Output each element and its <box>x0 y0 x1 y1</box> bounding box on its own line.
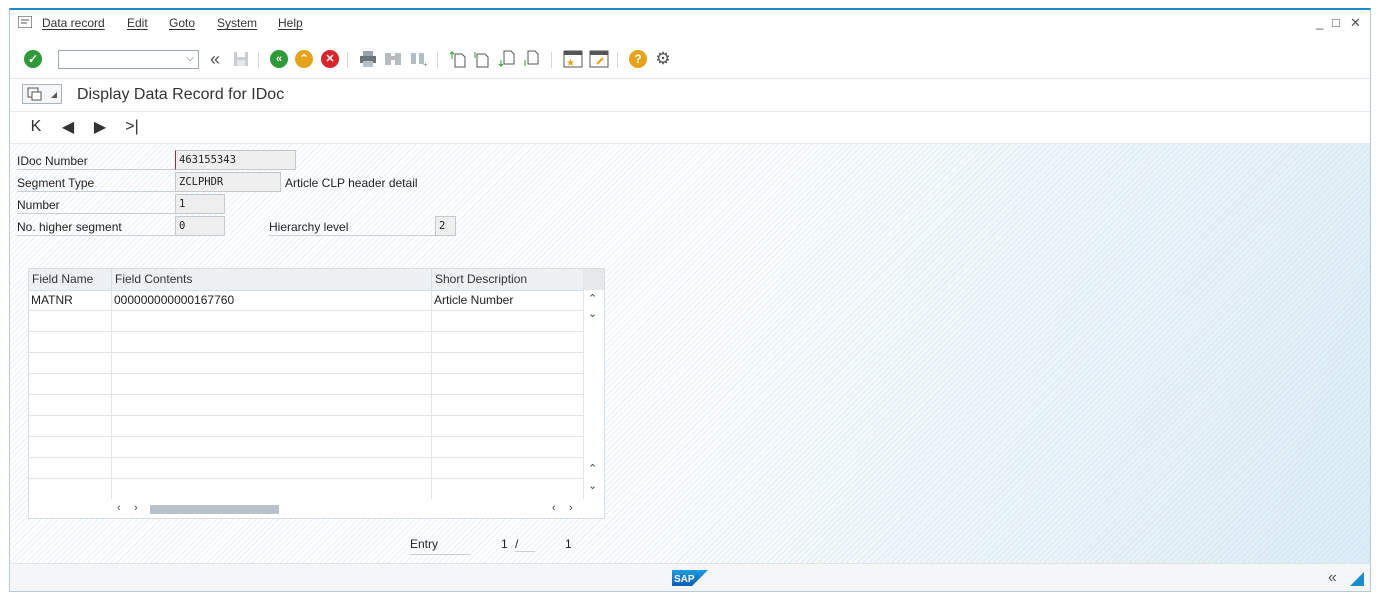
cancel-icon[interactable]: ✕ <box>319 48 341 70</box>
find-next-icon[interactable]: + <box>408 48 430 70</box>
cell-field-contents: 000000000000167760 <box>112 290 432 310</box>
chevron-down-icon[interactable]: ⌵ <box>186 53 194 64</box>
scroll-left-end-icon[interactable]: ‹ <box>552 502 556 514</box>
entry-separator: / <box>515 537 535 552</box>
back-history-icon[interactable]: « <box>204 48 226 70</box>
segment-type-field[interactable]: ZCLPHDR <box>175 172 281 192</box>
toolbar-separator <box>617 52 618 68</box>
idoc-number-field[interactable]: 463155343 <box>175 150 296 170</box>
horizontal-scrollbar[interactable]: ‹ › ‹ › <box>29 499 585 519</box>
print-icon[interactable] <box>357 48 379 70</box>
table-row[interactable] <box>29 374 585 395</box>
svg-text:+: + <box>423 60 428 67</box>
table-row[interactable] <box>29 332 585 353</box>
toolbar: ✓ ⌵ « « ⌃ ✕ + ★ ? ⚙ <box>10 48 1370 76</box>
first-page-icon[interactable] <box>447 48 469 70</box>
idoc-number-label: IDoc Number <box>17 152 175 170</box>
toolbar-separator <box>551 52 552 68</box>
column-header-field-contents[interactable]: Field Contents <box>112 269 432 290</box>
vertical-scrollbar[interactable]: ⌃ ⌄ ⌃ ⌄ <box>583 269 604 499</box>
svg-text:★: ★ <box>566 58 575 68</box>
svg-text:SAP: SAP <box>674 574 695 585</box>
table-row[interactable] <box>29 353 585 374</box>
column-header-short-description[interactable]: Short Description <box>432 269 585 290</box>
scroll-right-end-icon[interactable]: › <box>569 502 573 514</box>
data-table: Field Name Field Contents Short Descript… <box>28 268 605 519</box>
last-page-icon[interactable] <box>520 48 542 70</box>
next-record-icon[interactable]: ▶ <box>90 117 110 137</box>
higher-segment-label: No. higher segment <box>17 218 175 236</box>
exit-icon[interactable]: ⌃ <box>293 48 315 70</box>
menu-edit[interactable]: Edit <box>127 16 148 30</box>
hierarchy-level-label: Hierarchy level <box>269 218 435 236</box>
save-icon[interactable] <box>230 48 252 70</box>
collapse-status-icon[interactable]: « <box>1328 569 1337 587</box>
menu-goto[interactable]: Goto <box>169 16 195 30</box>
menu-help[interactable]: Help <box>278 16 303 30</box>
table-row[interactable] <box>29 479 585 500</box>
shortcut-icon[interactable] <box>588 48 610 70</box>
page-title: Display Data Record for IDoc <box>77 86 285 103</box>
column-header-field-name[interactable]: Field Name <box>29 269 112 290</box>
menu-icon[interactable] <box>18 16 32 28</box>
help-icon[interactable]: ? <box>627 48 649 70</box>
hierarchy-level-field[interactable]: 2 <box>435 216 456 236</box>
resize-handle-icon[interactable] <box>1350 572 1364 586</box>
title-bar: Display Data Record for IDoc <box>10 78 1370 112</box>
status-bar: SAP « <box>10 563 1370 591</box>
menu-bar: Data record Edit Goto System Help _ □ ✕ <box>10 10 1370 36</box>
create-session-icon[interactable]: ★ <box>562 48 584 70</box>
command-field[interactable]: ⌵ <box>58 50 199 69</box>
next-page-icon[interactable] <box>496 48 518 70</box>
number-label: Number <box>17 196 175 214</box>
cell-short-description: Article Number <box>434 293 514 307</box>
back-icon[interactable]: « <box>268 48 290 70</box>
table-row[interactable] <box>29 416 585 437</box>
minimize-icon[interactable]: _ <box>1316 15 1323 30</box>
higher-segment-field[interactable]: 0 <box>175 216 225 236</box>
maximize-icon[interactable]: □ <box>1332 15 1340 30</box>
content-area: IDoc Number 463155343 Segment Type ZCLPH… <box>10 144 1370 563</box>
number-field[interactable]: 1 <box>175 194 225 214</box>
table-row[interactable] <box>29 395 585 416</box>
page-up-icon[interactable]: ⌃ <box>588 462 597 475</box>
previous-record-icon[interactable]: ◀ <box>58 117 78 137</box>
table-row[interactable]: MATNR 000000000000167760 Article Number <box>29 290 585 311</box>
menu-toggle-button[interactable] <box>22 84 62 104</box>
table-row[interactable] <box>29 458 585 479</box>
record-navigation: K ◀ ▶ >| <box>10 111 1370 144</box>
toolbar-separator <box>347 52 348 68</box>
scroll-left-icon[interactable]: ‹ <box>117 502 121 514</box>
horizontal-scroll-thumb[interactable] <box>150 505 279 514</box>
last-record-icon[interactable]: >| <box>122 117 142 137</box>
sap-logo: SAP <box>672 570 708 586</box>
segment-type-label: Segment Type <box>17 174 175 192</box>
scroll-up-icon[interactable]: ⌃ <box>588 292 597 305</box>
object-menu-icon <box>27 87 57 101</box>
toolbar-separator <box>437 52 438 68</box>
menu-system[interactable]: System <box>217 16 257 30</box>
previous-page-icon[interactable] <box>471 48 493 70</box>
entry-label: Entry <box>410 537 470 555</box>
segment-type-description: Article CLP header detail <box>285 176 418 190</box>
entry-current: 1 <box>501 537 508 551</box>
find-icon[interactable] <box>382 48 404 70</box>
table-settings-corner[interactable] <box>584 269 604 290</box>
cell-field-name: MATNR <box>29 290 112 310</box>
close-icon[interactable]: ✕ <box>1350 15 1361 31</box>
customize-layout-icon[interactable]: ⚙ <box>652 48 674 70</box>
enter-icon[interactable]: ✓ <box>22 48 44 70</box>
scroll-down-icon[interactable]: ⌄ <box>588 307 597 320</box>
entry-total: 1 <box>565 537 572 551</box>
table-row[interactable] <box>29 437 585 458</box>
page-down-icon[interactable]: ⌄ <box>588 479 597 492</box>
scroll-right-icon[interactable]: › <box>134 502 138 514</box>
table-header: Field Name Field Contents Short Descript… <box>29 269 585 291</box>
first-record-icon[interactable]: K <box>26 117 46 137</box>
toolbar-separator <box>258 52 259 68</box>
menu-data-record[interactable]: Data record <box>42 16 105 30</box>
table-row[interactable] <box>29 311 585 332</box>
sap-window: Data record Edit Goto System Help _ □ ✕ … <box>9 8 1371 592</box>
